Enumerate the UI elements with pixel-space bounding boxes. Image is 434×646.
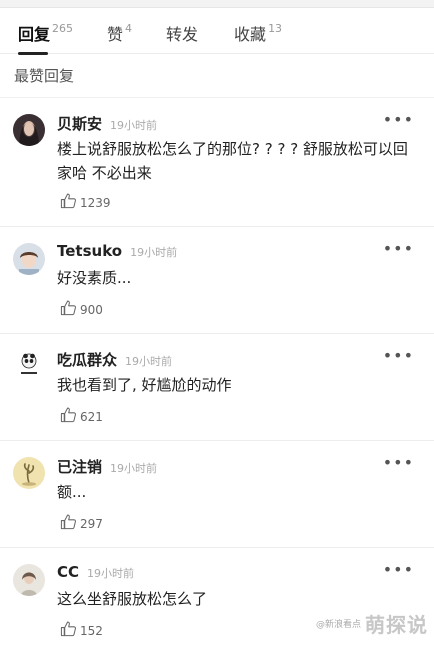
thumbs-up-icon	[60, 299, 77, 320]
user-name[interactable]: 已注销	[57, 456, 102, 477]
more-options-icon[interactable]: •••	[383, 346, 414, 365]
tab-replies[interactable]: 回复 265	[18, 8, 74, 55]
watermark: @新浪看点 萌探说	[316, 609, 428, 638]
comment-header: 贝斯安 19小时前	[57, 113, 157, 134]
comment-text: 好没素质...	[57, 269, 132, 287]
like-count: 152	[80, 623, 103, 638]
tab-likes[interactable]: 赞 4	[107, 8, 132, 54]
comment-item: 已注销 19小时前 ••• 额... 297	[0, 441, 434, 548]
comment-header: 已注销 19小时前	[57, 456, 157, 477]
comment-text: 我也看到了, 好尴尬的动作	[57, 376, 232, 394]
like-count: 621	[80, 409, 103, 424]
tab-reposts[interactable]: 转发	[166, 8, 200, 54]
comment-header: Tetsuko 19小时前	[57, 242, 177, 260]
more-options-icon[interactable]: •••	[383, 453, 414, 472]
tab-label: 回复	[18, 24, 51, 44]
avatar[interactable]	[13, 457, 45, 489]
tab-count: 265	[52, 21, 74, 35]
user-name[interactable]: CC	[57, 563, 79, 581]
timestamp: 19小时前	[110, 119, 158, 132]
tab-label: 收藏	[234, 24, 267, 44]
section-title: 最赞回复	[0, 54, 434, 98]
like-button[interactable]: 900	[60, 299, 103, 320]
comment-item: 贝斯安 19小时前 ••• 楼上说舒服放松怎么了的那位? ? ? ? 舒服放松可…	[0, 98, 434, 227]
like-button[interactable]: 621	[60, 406, 103, 427]
user-name[interactable]: Tetsuko	[57, 242, 122, 260]
user-name[interactable]: 贝斯安	[57, 113, 102, 134]
comment-header: 吃瓜群众 19小时前	[57, 349, 172, 370]
like-count: 1239	[80, 195, 111, 210]
tab-count: 4	[125, 21, 133, 35]
avatar[interactable]	[13, 350, 45, 382]
comment-header: CC 19小时前	[57, 563, 134, 581]
timestamp: 19小时前	[110, 462, 158, 475]
timestamp: 19小时前	[130, 246, 178, 259]
comment-item: 吃瓜群众 19小时前 ••• 我也看到了, 好尴尬的动作 621	[0, 334, 434, 441]
watermark-logo: 萌探说	[365, 613, 428, 637]
more-options-icon[interactable]: •••	[383, 560, 414, 579]
tab-count: 13	[268, 21, 283, 35]
like-button[interactable]: 152	[60, 620, 103, 641]
avatar[interactable]	[13, 114, 45, 146]
timestamp: 19小时前	[125, 355, 173, 368]
avatar[interactable]	[13, 243, 45, 275]
thumbs-up-icon	[60, 513, 77, 534]
user-name[interactable]: 吃瓜群众	[57, 349, 117, 370]
tab-label: 转发	[166, 24, 199, 44]
tab-bar: 回复 265 赞 4 转发 收藏 13	[0, 8, 434, 55]
more-options-icon[interactable]: •••	[383, 239, 414, 258]
avatar[interactable]	[13, 564, 45, 596]
thumbs-up-icon	[60, 406, 77, 427]
comment-item: Tetsuko 19小时前 ••• 好没素质... 900	[0, 227, 434, 334]
timestamp: 19小时前	[87, 567, 135, 580]
like-button[interactable]: 1239	[60, 192, 111, 213]
watermark-source: @新浪看点	[315, 620, 361, 630]
tab-label: 赞	[107, 24, 124, 44]
like-button[interactable]: 297	[60, 513, 103, 534]
comment-text: 这么坐舒服放松怎么了	[57, 590, 208, 608]
comment-text: 额...	[57, 483, 87, 501]
more-options-icon[interactable]: •••	[383, 110, 414, 129]
like-count: 900	[80, 302, 103, 317]
thumbs-up-icon	[60, 620, 77, 641]
comment-text: 楼上说舒服放松怎么了的那位? ? ? ? 舒服放松可以回家哈 不必出来	[57, 140, 408, 182]
tab-favorites[interactable]: 收藏 13	[234, 8, 282, 54]
like-count: 297	[80, 516, 103, 531]
thumbs-up-icon	[60, 192, 77, 213]
